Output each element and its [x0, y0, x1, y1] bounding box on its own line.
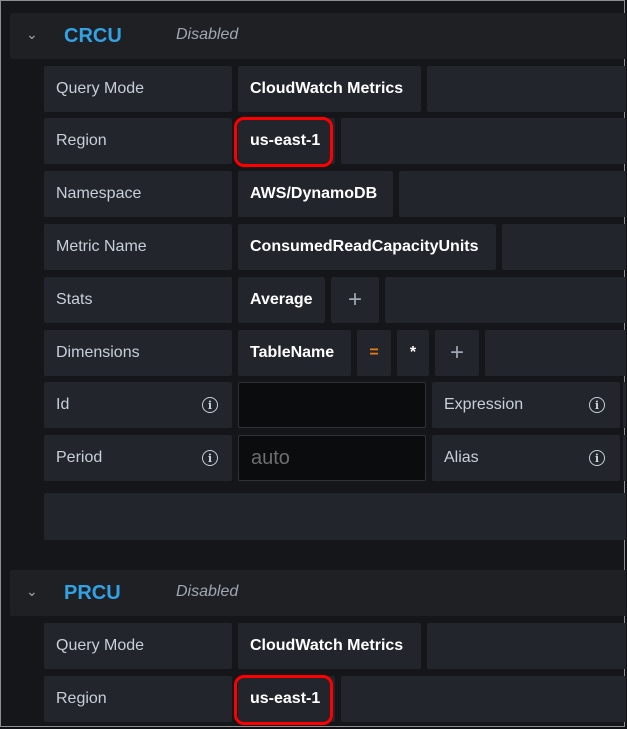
period-label: Period i: [44, 435, 232, 481]
chevron-down-icon[interactable]: ⌄: [26, 583, 38, 600]
row-filler: [341, 676, 626, 722]
query-mode-select[interactable]: CloudWatch Metrics: [238, 66, 421, 112]
row-filler: [427, 623, 626, 669]
metric-name-label: Metric Name: [44, 224, 232, 270]
id-label: Id i: [44, 382, 232, 428]
dimension-key-select[interactable]: TableName: [238, 330, 351, 376]
query-ref-id[interactable]: PRCU: [64, 582, 121, 605]
metric-name-select[interactable]: ConsumedReadCapacityUnits: [238, 224, 496, 270]
row-filler: [502, 224, 626, 270]
region-label: Region: [44, 676, 232, 722]
info-icon[interactable]: i: [202, 397, 218, 413]
row-filler: [427, 66, 626, 112]
id-input[interactable]: [238, 382, 426, 428]
info-icon[interactable]: i: [202, 450, 218, 466]
query-status: Disabled: [176, 26, 239, 43]
query-ref-id[interactable]: CRCU: [64, 25, 122, 48]
query-mode-label: Query Mode: [44, 623, 232, 669]
alias-label: Alias i: [432, 435, 620, 481]
region-label: Region: [44, 118, 232, 164]
plus-icon: +: [449, 339, 464, 366]
expression-label-text: Expression: [444, 396, 524, 413]
info-icon[interactable]: i: [589, 450, 605, 466]
alias-label-text: Alias: [444, 449, 479, 466]
stats-label: Stats: [44, 277, 232, 323]
query-header-crcu[interactable]: ⌄ CRCU Disabled: [10, 13, 626, 59]
query-editor-panel: ⌄ CRCU Disabled Query Mode CloudWatch Me…: [0, 0, 626, 727]
query-mode-select[interactable]: CloudWatch Metrics: [238, 623, 421, 669]
query-status: Disabled: [176, 583, 239, 600]
region-highlight: [234, 117, 333, 167]
row-filler: [399, 171, 626, 217]
query-header-prcu[interactable]: ⌄ PRCU Disabled: [10, 570, 626, 616]
row-filler: [485, 330, 626, 376]
row-filler: [385, 277, 626, 323]
add-stat-button[interactable]: +: [331, 277, 379, 323]
query-mode-label: Query Mode: [44, 66, 232, 112]
equals-operator: =: [369, 344, 379, 361]
expression-label: Expression i: [432, 382, 620, 428]
add-dimension-button[interactable]: +: [435, 330, 479, 376]
dimension-value-select[interactable]: *: [397, 330, 429, 376]
plus-icon: +: [347, 286, 362, 313]
chevron-down-icon[interactable]: ⌄: [26, 26, 38, 43]
period-input[interactable]: auto: [238, 435, 426, 481]
dimension-operator: =: [357, 330, 391, 376]
id-label-text: Id: [56, 396, 70, 413]
namespace-label: Namespace: [44, 171, 232, 217]
alias-input-edge[interactable]: [623, 435, 626, 481]
period-label-text: Period: [56, 449, 103, 466]
info-icon[interactable]: i: [589, 397, 605, 413]
stat-select[interactable]: Average: [238, 277, 325, 323]
namespace-select[interactable]: AWS/DynamoDB: [238, 171, 393, 217]
query-preview-area[interactable]: [44, 493, 626, 540]
region-highlight: [234, 675, 333, 725]
dimensions-label: Dimensions: [44, 330, 232, 376]
row-filler: [341, 118, 626, 164]
expression-input-edge[interactable]: [623, 382, 626, 428]
